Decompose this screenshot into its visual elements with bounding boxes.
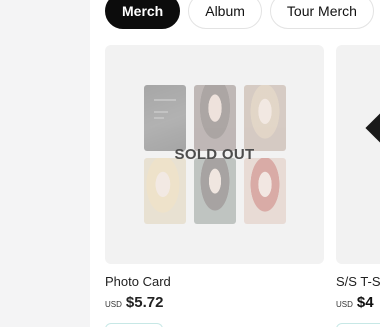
sold-out-label: SOLD OUT <box>174 146 255 163</box>
photo-card-thumb <box>244 158 286 224</box>
product-name[interactable]: Photo Card <box>105 274 324 289</box>
photo-card-thumb <box>144 85 186 151</box>
currency-label: USD <box>336 300 353 309</box>
merch-panel: Merch Album Tour Merch SOLD OUT Photo Ca… <box>90 0 380 327</box>
product-image[interactable] <box>336 45 380 264</box>
product-card-t-shirt[interactable]: S/S T-S USD $4 <box>336 45 380 327</box>
add-to-cart-button[interactable] <box>105 323 163 327</box>
tab-merch[interactable]: Merch <box>105 0 181 29</box>
price-value: $4 <box>356 294 374 311</box>
product-price: USD $5.72 <box>105 294 324 311</box>
currency-label: USD <box>105 300 122 309</box>
t-shirt-image <box>365 112 380 144</box>
price-value: $5.72 <box>125 294 164 311</box>
product-image[interactable]: SOLD OUT <box>105 45 324 264</box>
add-to-cart-button[interactable] <box>336 323 380 327</box>
photo-card-thumb <box>194 158 236 224</box>
photo-card-thumb <box>244 85 286 151</box>
photo-card-thumb <box>144 158 186 224</box>
product-card-photo-card[interactable]: SOLD OUT Photo Card USD $5.72 <box>105 45 324 327</box>
tab-album[interactable]: Album <box>188 0 262 29</box>
photo-card-thumb <box>194 85 236 151</box>
product-price: USD $4 <box>336 294 380 311</box>
product-name[interactable]: S/S T-S <box>336 274 380 289</box>
category-tabs: Merch Album Tour Merch <box>105 0 374 29</box>
tab-tour-merch[interactable]: Tour Merch <box>269 0 374 29</box>
